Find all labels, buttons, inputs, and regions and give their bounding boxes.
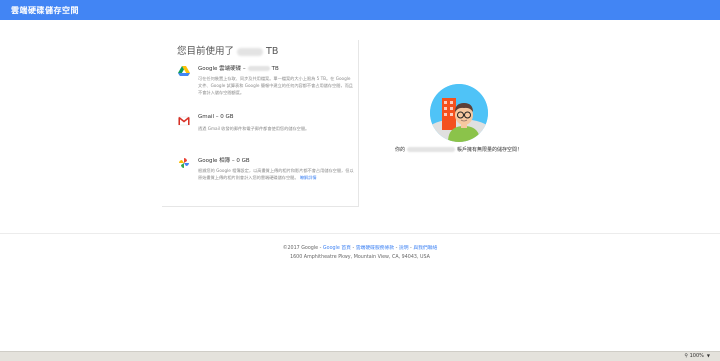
service-name-unit: TB xyxy=(271,66,279,72)
footer-link-google-home[interactable]: Google 首頁 xyxy=(323,246,351,251)
service-description: 透過 Gmail 收發的郵件和電子郵件都會使用您的儲存空間。 xyxy=(198,126,310,131)
avatar-illustration xyxy=(430,84,488,142)
storage-usage-card: 您目前使用了 TB Google 雲端硬碟 – TB 可在任何裝置上存取、同步及共用… xyxy=(162,40,359,207)
footer-links: ©2017 Google - Google 首頁 - 雲端硬碟服務條款 - 說明… xyxy=(0,244,720,251)
redacted-drive-usage xyxy=(247,66,270,71)
top-app-bar: 雲端硬碟儲存空間 xyxy=(0,0,720,20)
magnifier-icon: ⚲ xyxy=(684,353,689,359)
footer-link-help[interactable]: 說明 xyxy=(399,246,409,251)
usage-title-unit: TB xyxy=(266,46,279,57)
usage-title-prefix: 您目前使用了 xyxy=(177,46,235,57)
copyright-text: ©2017 Google - xyxy=(282,246,322,251)
google-drive-icon xyxy=(178,66,190,76)
account-message-suffix: 帳戶擁有無限量的儲存空間！ xyxy=(457,147,523,153)
account-message-prefix: 你的 xyxy=(395,147,406,153)
gmail-icon xyxy=(178,116,190,126)
google-photos-icon xyxy=(179,158,189,168)
footer-link-drive-terms[interactable]: 雲端硬碟服務條款 xyxy=(356,246,394,251)
service-name: Gmail – 0 GB xyxy=(198,114,234,120)
footer-divider xyxy=(0,233,720,234)
usage-title: 您目前使用了 TB xyxy=(177,43,278,57)
footer-link-contact[interactable]: 與我們聯絡 xyxy=(413,246,437,251)
service-description: 可在任何裝置上存取、同步及共用檔案。單一檔案的大小上限為 5 TB。在 Goog… xyxy=(198,76,353,95)
service-name-text: Google 雲端硬碟 – xyxy=(198,66,246,72)
footer-address: 1600 Amphitheatre Pkwy, Mountain View, C… xyxy=(290,255,430,260)
zoom-level: 100% xyxy=(689,353,704,359)
chevron-down-icon: ▼ xyxy=(706,353,710,358)
service-description-text: 根據您的 Google 相簿設定，以高畫質上傳的相片和影片都不會占用儲存空間，但… xyxy=(198,168,354,180)
service-name: Google 相簿 – 0 GB xyxy=(198,158,250,164)
learn-more-link[interactable]: 瞭解詳情 xyxy=(300,175,317,180)
app-title: 雲端硬碟儲存空間 xyxy=(11,6,79,15)
zoom-control[interactable]: ⚲ 100% ▼ xyxy=(684,353,710,359)
redacted-usage-amount xyxy=(237,47,264,56)
redacted-account-email xyxy=(407,147,456,152)
service-name: Google 雲端硬碟 – TB xyxy=(198,64,279,72)
account-info-card: 你的 帳戶擁有無限量的儲存空間！ xyxy=(360,40,558,207)
service-description: 根據您的 Google 相簿設定，以高畫質上傳的相片和影片都不會占用儲存空間，但… xyxy=(198,167,354,181)
browser-status-bar: ⚲ 100% ▼ xyxy=(0,351,720,361)
account-storage-message: 你的 帳戶擁有無限量的儲存空間！ xyxy=(395,146,522,153)
person-with-glasses-avatar xyxy=(430,84,488,142)
